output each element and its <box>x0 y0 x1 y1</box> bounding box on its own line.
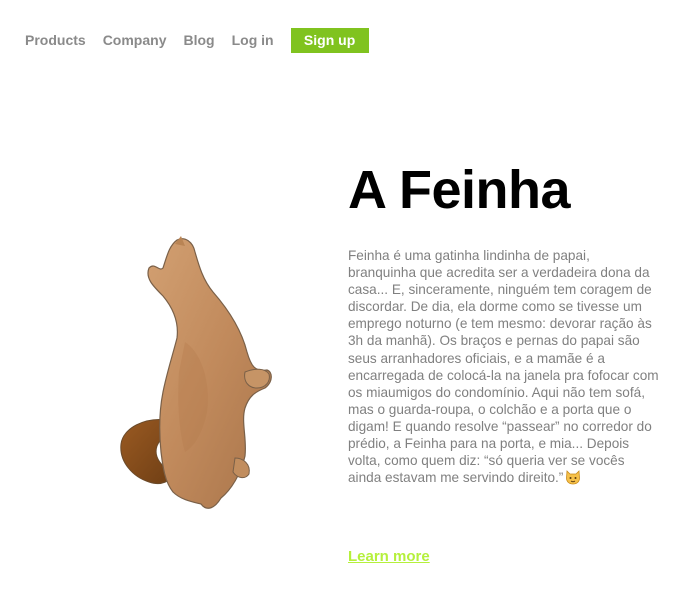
cat-photo <box>120 236 272 509</box>
learn-more-link[interactable]: Learn more <box>348 548 430 565</box>
cat-description: Feinha é uma gatinha lindinha de papai, … <box>348 247 660 489</box>
top-nav: Products Company Blog Log in Sign up <box>25 28 369 53</box>
nav-blog-link[interactable]: Blog <box>183 28 214 53</box>
page-title: A Feinha <box>348 160 571 220</box>
nav-login-link[interactable]: Log in <box>232 28 274 53</box>
nav-company-link[interactable]: Company <box>103 28 167 53</box>
page: Products Company Blog Log in Sign up A F… <box>0 0 678 604</box>
nav-products-link[interactable]: Products <box>25 28 86 53</box>
cat-face-icon <box>565 469 581 489</box>
description-text: Feinha é uma gatinha lindinha de papai, … <box>348 248 659 486</box>
signup-button[interactable]: Sign up <box>290 28 369 53</box>
